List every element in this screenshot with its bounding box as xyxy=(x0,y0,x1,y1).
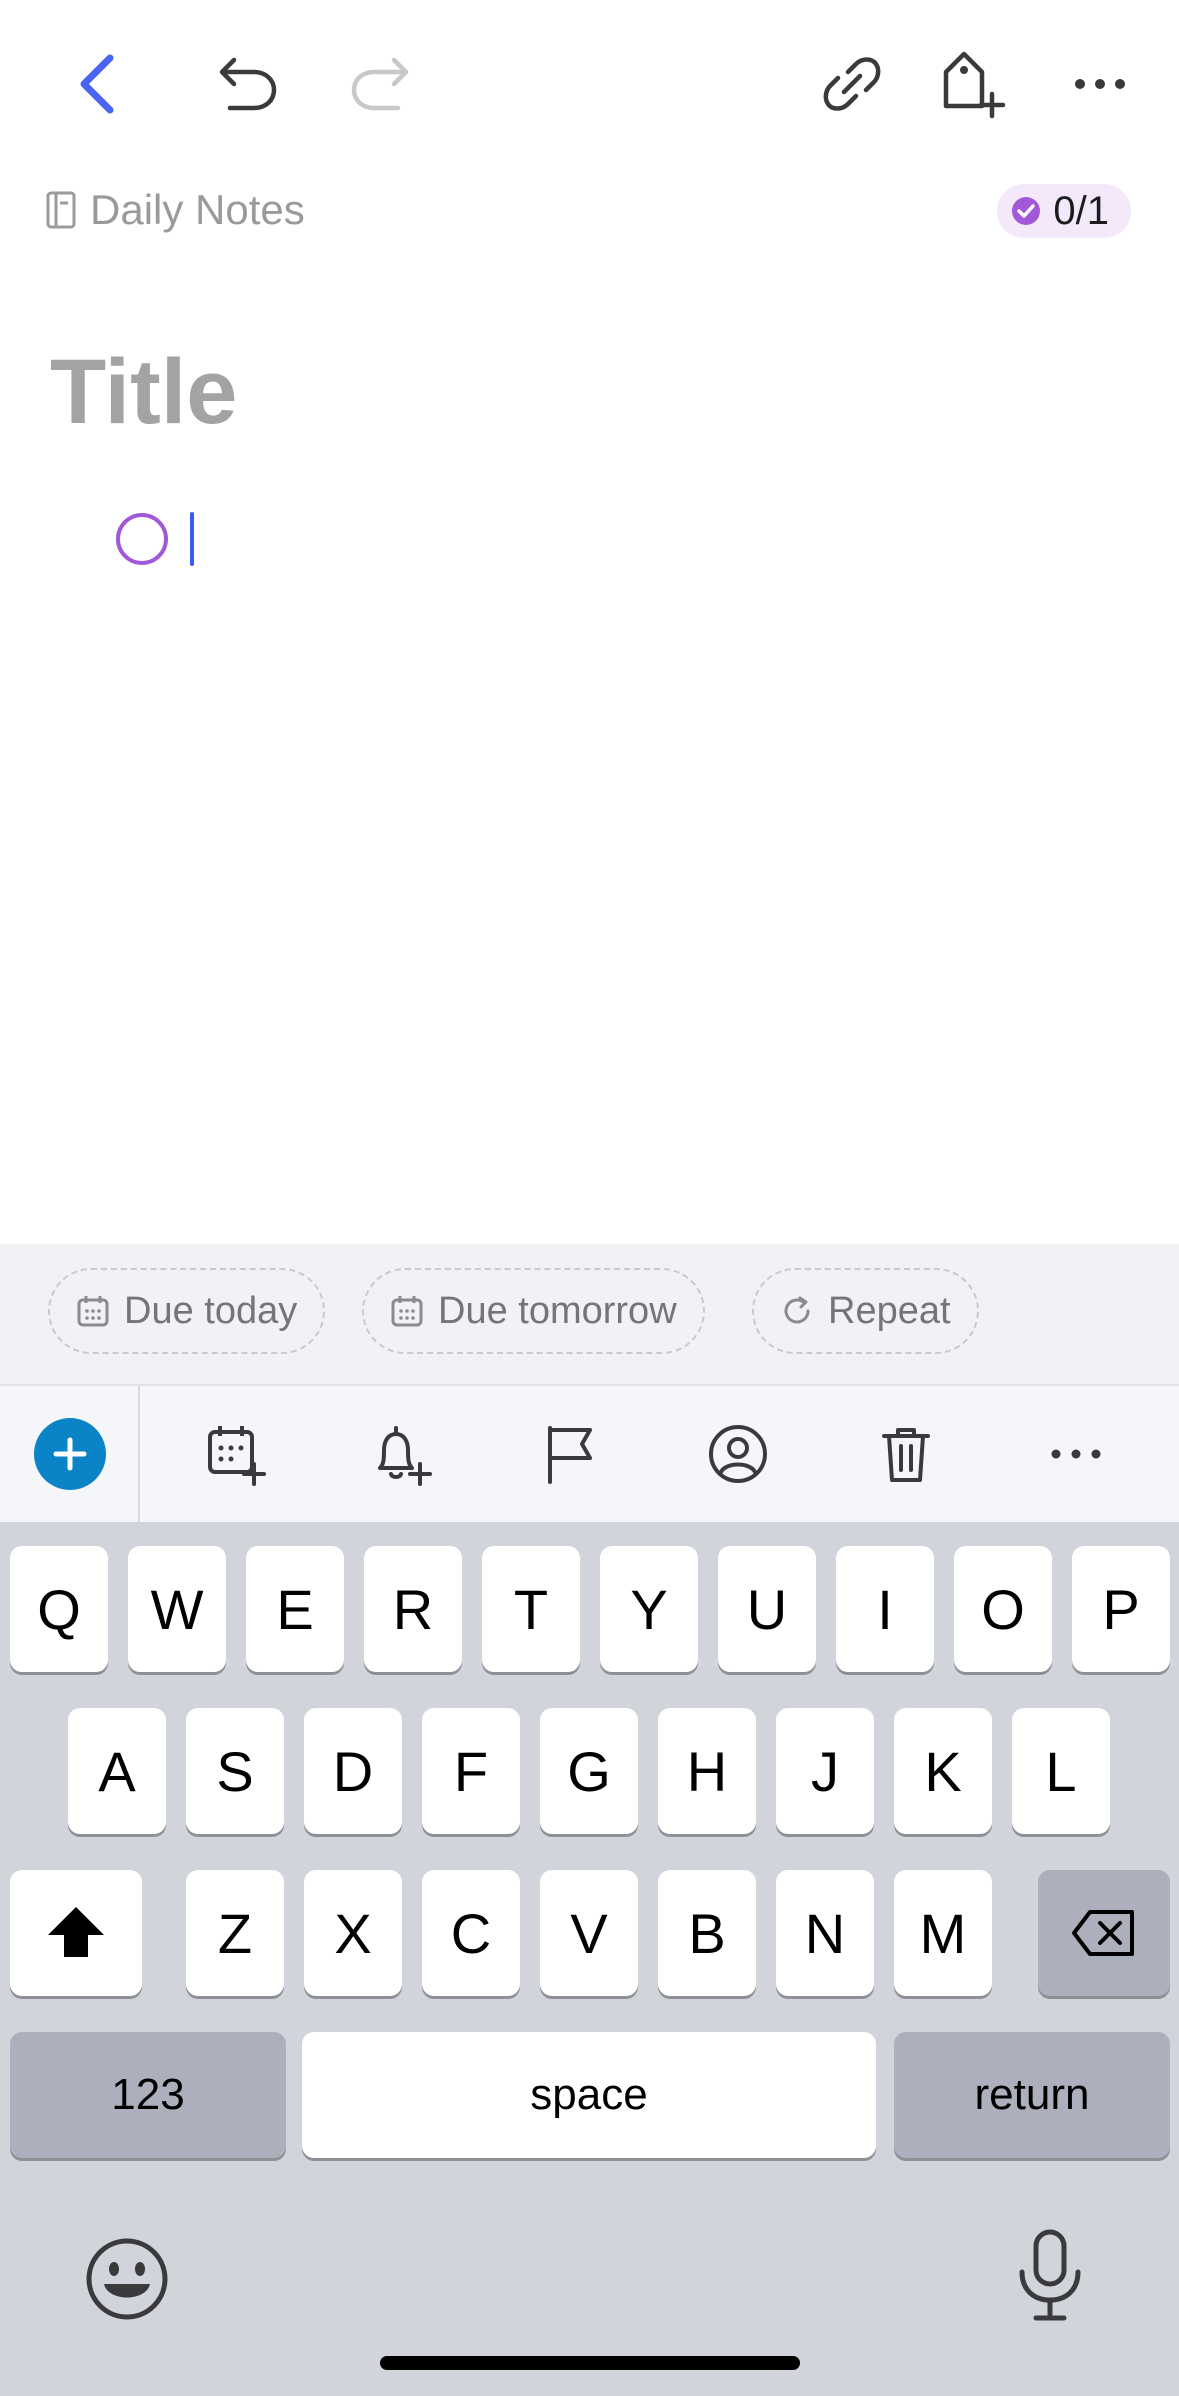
link-button[interactable] xyxy=(816,48,888,120)
chip-label: Repeat xyxy=(828,1289,951,1332)
home-indicator xyxy=(380,2356,800,2370)
key-a[interactable]: A xyxy=(68,1708,166,1834)
plus-circle-icon xyxy=(34,1418,106,1490)
calendar-icon xyxy=(391,1296,423,1327)
backspace-icon xyxy=(1072,1910,1134,1956)
key-h[interactable]: H xyxy=(658,1708,756,1834)
key-j[interactable]: J xyxy=(776,1708,874,1834)
user-circle-icon xyxy=(709,1425,767,1483)
back-button[interactable] xyxy=(62,48,134,120)
task-toolbar xyxy=(0,1386,1179,1522)
set-priority-button[interactable] xyxy=(530,1414,610,1494)
toolbar-more-button[interactable] xyxy=(1036,1414,1116,1494)
key-f[interactable]: F xyxy=(422,1708,520,1834)
task-row[interactable] xyxy=(116,508,194,570)
key-z[interactable]: Z xyxy=(186,1870,284,1996)
more-options-button[interactable] xyxy=(1064,48,1136,120)
add-tag-button[interactable] xyxy=(938,48,1010,120)
breadcrumb[interactable]: Daily Notes xyxy=(46,180,305,240)
key-u[interactable]: U xyxy=(718,1546,816,1672)
progress-count: 0/1 xyxy=(1053,188,1109,233)
task-progress-badge[interactable]: 0/1 xyxy=(997,184,1131,238)
key-v[interactable]: V xyxy=(540,1870,638,1996)
key-b[interactable]: B xyxy=(658,1870,756,1996)
undo-button[interactable] xyxy=(212,48,284,120)
key-y[interactable]: Y xyxy=(600,1546,698,1672)
note-title-input[interactable]: Title xyxy=(50,340,237,445)
emoji-icon xyxy=(86,2238,168,2320)
notebook-icon xyxy=(46,191,76,229)
more-horizontal-icon xyxy=(1051,1449,1101,1459)
chip-label: Due today xyxy=(124,1289,298,1332)
calendar-icon xyxy=(77,1296,109,1327)
chip-due-today[interactable]: Due today xyxy=(48,1268,326,1354)
chip-due-tomorrow[interactable]: Due tomorrow xyxy=(362,1268,705,1354)
key-l[interactable]: L xyxy=(1012,1708,1110,1834)
link-icon xyxy=(823,57,881,111)
chevron-left-icon xyxy=(80,54,114,114)
key-s[interactable]: S xyxy=(186,1708,284,1834)
microphone-icon xyxy=(1019,2229,1081,2321)
key-i[interactable]: I xyxy=(836,1546,934,1672)
text-cursor xyxy=(190,512,194,566)
redo-icon xyxy=(351,57,409,111)
key-r[interactable]: R xyxy=(364,1546,462,1672)
space-key[interactable]: space xyxy=(302,2032,876,2158)
add-reminder-button[interactable] xyxy=(362,1414,442,1494)
dictation-button[interactable] xyxy=(1012,2228,1088,2324)
check-circle-icon xyxy=(1012,197,1041,225)
assign-button[interactable] xyxy=(698,1414,778,1494)
notebook-name: Daily Notes xyxy=(90,186,305,233)
calendar-add-icon xyxy=(208,1426,266,1486)
key-n[interactable]: N xyxy=(776,1870,874,1996)
task-checkbox[interactable] xyxy=(116,513,168,565)
key-g[interactable]: G xyxy=(540,1708,638,1834)
chip-repeat[interactable]: Repeat xyxy=(752,1268,979,1354)
emoji-button[interactable] xyxy=(84,2236,170,2322)
key-w[interactable]: W xyxy=(128,1546,226,1672)
backspace-key[interactable] xyxy=(1038,1870,1170,1996)
repeat-icon xyxy=(784,1296,810,1324)
shift-icon xyxy=(48,1907,104,1957)
flag-icon xyxy=(548,1426,592,1484)
toolbar-divider xyxy=(138,1386,140,1522)
key-q[interactable]: Q xyxy=(10,1546,108,1672)
key-p[interactable]: P xyxy=(1072,1546,1170,1672)
key-o[interactable]: O xyxy=(954,1546,1052,1672)
key-m[interactable]: M xyxy=(894,1870,992,1996)
more-horizontal-icon xyxy=(1075,79,1125,89)
key-d[interactable]: D xyxy=(304,1708,402,1834)
shift-key[interactable] xyxy=(10,1870,142,1996)
add-task-button[interactable] xyxy=(30,1414,110,1494)
return-key[interactable]: return xyxy=(894,2032,1170,2158)
keyboard: Q W E R T Y U I O P A S D F G H J K L Z … xyxy=(0,1522,1179,2396)
redo-button[interactable] xyxy=(344,48,416,120)
key-t[interactable]: T xyxy=(482,1546,580,1672)
key-k[interactable]: K xyxy=(894,1708,992,1834)
key-e[interactable]: E xyxy=(246,1546,344,1672)
delete-button[interactable] xyxy=(866,1414,946,1494)
undo-icon xyxy=(219,57,277,111)
set-date-button[interactable] xyxy=(196,1414,276,1494)
tag-add-icon xyxy=(943,51,1006,119)
numbers-key[interactable]: 123 xyxy=(10,2032,286,2158)
chip-label: Due tomorrow xyxy=(438,1289,677,1332)
bell-add-icon xyxy=(378,1426,432,1486)
key-c[interactable]: C xyxy=(422,1870,520,1996)
suggestion-chips-bar: Due today Due tomorrow Repeat xyxy=(0,1244,1179,1386)
key-x[interactable]: X xyxy=(304,1870,402,1996)
trash-icon xyxy=(882,1428,930,1482)
